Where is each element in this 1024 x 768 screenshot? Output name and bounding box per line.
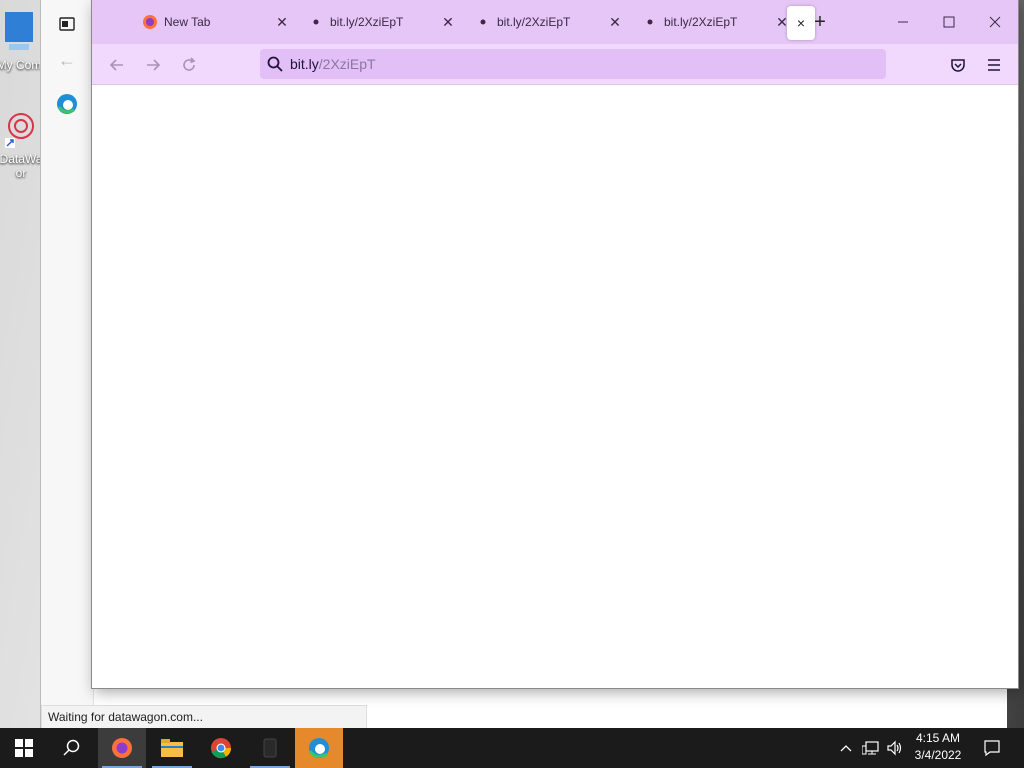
tab-new-tab[interactable]: New Tab ✕ <box>142 4 292 40</box>
tab-actions-icon[interactable] <box>53 10 81 38</box>
firefox-window: New Tab ✕ bit.ly/2XziEpT ✕ bit.ly/2XziEp… <box>92 0 1018 688</box>
search-icon <box>63 739 80 756</box>
computer-icon <box>5 12 33 50</box>
close-tab-icon[interactable]: ✕ <box>272 12 292 32</box>
url-text[interactable]: bit.ly/2XziEpT <box>290 56 376 72</box>
speaker-icon <box>887 740 902 756</box>
network-status[interactable] <box>860 728 882 768</box>
pocket-button[interactable] <box>945 52 971 78</box>
loading-dot-icon <box>475 14 491 30</box>
hamburger-menu-icon <box>988 59 1000 71</box>
network-icon <box>862 741 879 755</box>
search-button[interactable] <box>48 728 96 768</box>
maximize-button[interactable] <box>926 6 972 38</box>
edge-icon[interactable] <box>53 90 81 118</box>
close-icon <box>989 16 1001 28</box>
back-button[interactable] <box>104 52 130 78</box>
tab-bitly-2[interactable]: bit.ly/2XziEpT ✕ <box>475 4 625 40</box>
new-tab-button[interactable]: + <box>808 10 832 34</box>
search-icon <box>260 56 290 72</box>
notification-icon <box>984 740 1000 757</box>
taskbar-firefox[interactable] <box>98 728 146 768</box>
start-button[interactable] <box>0 728 48 768</box>
address-bar[interactable]: bit.ly/2XziEpT <box>260 49 886 79</box>
tab-label: bit.ly/2XziEpT <box>497 15 571 29</box>
chevron-up-icon <box>840 745 852 752</box>
chrome-icon <box>211 738 232 759</box>
tab-bar: New Tab ✕ bit.ly/2XziEpT ✕ bit.ly/2XziEp… <box>92 0 1018 44</box>
close-tab-icon[interactable]: × <box>797 15 805 31</box>
background-sidebar: ← <box>41 0 94 728</box>
close-tab-icon[interactable]: ✕ <box>605 12 625 32</box>
desktop-icon-my-computer[interactable]: My Com <box>0 10 44 72</box>
maximize-icon <box>943 16 955 28</box>
page-content <box>92 85 1018 688</box>
action-center-button[interactable] <box>978 728 1006 768</box>
tab-label: New Tab <box>164 15 211 29</box>
datawagon-icon <box>5 113 34 148</box>
forward-arrow-icon <box>147 59 161 71</box>
close-tab-icon[interactable]: ✕ <box>438 12 458 32</box>
taskbar: 4:15 AM 3/4/2022 <box>0 728 1024 768</box>
system-clock[interactable]: 4:15 AM 3/4/2022 <box>906 730 970 766</box>
edge-icon <box>308 738 329 758</box>
url-host: bit.ly <box>290 56 319 72</box>
clock-time: 4:15 AM <box>915 731 961 745</box>
url-path: /2XziEpT <box>318 56 376 72</box>
clock-date: 3/4/2022 <box>914 748 962 762</box>
tab-bitly-3[interactable]: bit.ly/2XziEpT ✕ <box>642 4 792 40</box>
volume-control[interactable] <box>884 728 906 768</box>
reload-icon <box>183 57 196 71</box>
firefox-icon <box>142 14 158 30</box>
minimize-button[interactable] <box>880 6 926 38</box>
windows-start-icon <box>15 739 33 757</box>
pocket-icon <box>951 59 965 72</box>
loading-dot-icon <box>642 14 658 30</box>
tab-label: bit.ly/2XziEpT <box>664 15 738 29</box>
back-arrow-icon <box>109 59 123 71</box>
show-hidden-icons[interactable] <box>836 728 856 768</box>
close-window-button[interactable] <box>972 6 1018 38</box>
forward-button[interactable] <box>140 52 166 78</box>
taskbar-file-explorer[interactable] <box>148 728 196 768</box>
desktop-icon-label: My Com <box>0 58 42 72</box>
status-bar: Waiting for datawagon.com... <box>41 705 367 728</box>
reload-button[interactable] <box>176 52 202 78</box>
taskbar-chrome[interactable] <box>197 728 245 768</box>
file-explorer-icon <box>161 739 183 757</box>
taskbar-edge[interactable] <box>295 728 343 768</box>
minimize-icon <box>898 21 908 23</box>
back-icon[interactable]: ← <box>53 46 81 74</box>
menu-button[interactable] <box>981 52 1007 78</box>
tab-bitly-1[interactable]: bit.ly/2XziEpT ✕ <box>308 4 458 40</box>
loading-dot-icon <box>308 14 324 30</box>
app-icon <box>263 738 277 758</box>
firefox-icon <box>112 738 132 758</box>
nav-toolbar: bit.ly/2XziEpT <box>92 44 1018 85</box>
taskbar-app[interactable] <box>246 728 294 768</box>
tab-label: bit.ly/2XziEpT <box>330 15 404 29</box>
